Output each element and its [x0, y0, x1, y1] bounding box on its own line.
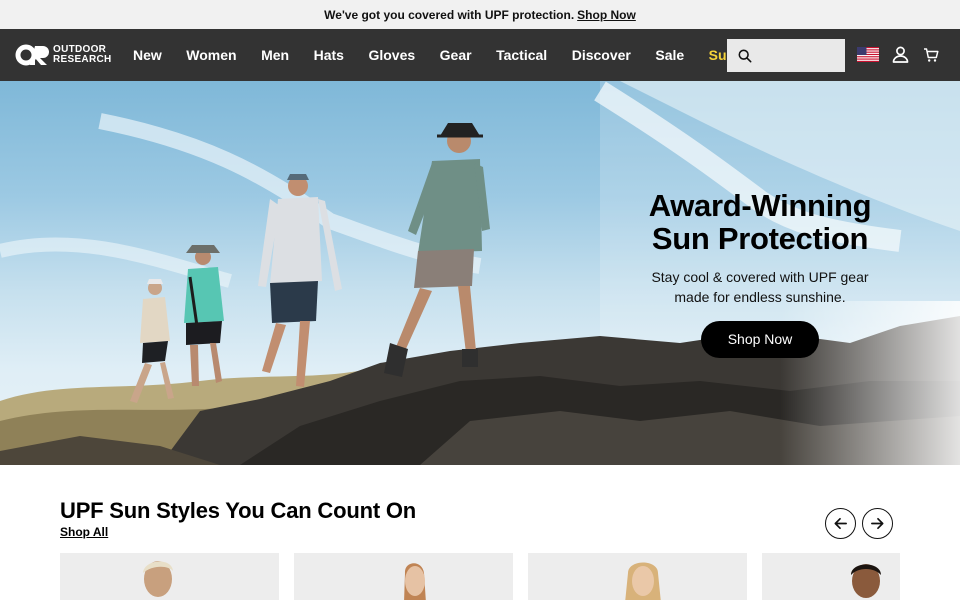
product-image-man-dark-hair: [851, 564, 881, 598]
arrow-right-icon: [871, 517, 884, 530]
nav-item-gloves[interactable]: Gloves: [368, 47, 415, 63]
account-icon[interactable]: [892, 46, 909, 63]
product-card[interactable]: [528, 553, 747, 600]
nav-item-men[interactable]: Men: [261, 47, 289, 63]
hero-subtitle-line1: Stay cool & covered with UPF gear: [651, 269, 869, 285]
search-icon[interactable]: [738, 49, 752, 63]
hero-shop-now-button[interactable]: Shop Now: [701, 321, 819, 358]
nav-item-women[interactable]: Women: [186, 47, 236, 63]
hero-banner[interactable]: Award-Winning Sun Protection Stay cool &…: [0, 81, 960, 465]
product-card[interactable]: [762, 553, 900, 600]
product-image-man-blond: [143, 561, 173, 597]
nav-item-hats[interactable]: Hats: [314, 47, 344, 63]
nav-item-discover[interactable]: Discover: [572, 47, 631, 63]
us-flag-icon[interactable]: [857, 47, 879, 62]
search-box[interactable]: [727, 39, 845, 72]
nav-item-tactical[interactable]: Tactical: [496, 47, 547, 63]
announcement-shop-now-link[interactable]: Shop Now: [577, 8, 636, 22]
logo[interactable]: OUTDOOR RESEARCH: [15, 43, 112, 67]
hero-subtitle-line2: made for endless sunshine.: [674, 289, 846, 305]
main-nav: New Women Men Hats Gloves Gear Tactical …: [133, 29, 760, 81]
carousel-next-button[interactable]: [862, 508, 893, 539]
product-image-woman-red-hair: [404, 563, 426, 600]
cart-icon[interactable]: [923, 47, 939, 63]
hero-title-line2: Sun Protection: [651, 221, 869, 256]
search-input[interactable]: [758, 48, 838, 63]
hero-title-line1: Award-Winning: [648, 188, 872, 223]
logo-wordmark-line2: RESEARCH: [53, 54, 112, 65]
section-title: UPF Sun Styles You Can Count On: [60, 498, 417, 523]
product-card[interactable]: [60, 553, 279, 600]
announcement-bar: We've got you covered with UPF protectio…: [0, 0, 960, 29]
hero-subtitle: Stay cool & covered with UPF gear made f…: [620, 267, 900, 307]
nav-item-new[interactable]: New: [133, 47, 162, 63]
hero-copy: Award-Winning Sun Protection Stay cool &…: [620, 189, 900, 358]
site-header: OUTDOOR RESEARCH New Women Men Hats Glov…: [0, 29, 960, 81]
nav-item-sale[interactable]: Sale: [655, 47, 684, 63]
announcement-text: We've got you covered with UPF protectio…: [324, 7, 575, 22]
arrow-left-icon: [834, 517, 847, 530]
product-carousel: [60, 553, 900, 600]
hero-title: Award-Winning Sun Protection: [620, 189, 900, 255]
product-image-woman-blond: [625, 562, 661, 600]
nav-item-gear[interactable]: Gear: [440, 47, 472, 63]
carousel-prev-button[interactable]: [825, 508, 856, 539]
logo-wordmark: OUTDOOR RESEARCH: [53, 45, 112, 65]
product-card[interactable]: [294, 553, 513, 600]
shop-all-link[interactable]: Shop All: [60, 525, 108, 539]
or-logo-icon: [15, 44, 49, 66]
